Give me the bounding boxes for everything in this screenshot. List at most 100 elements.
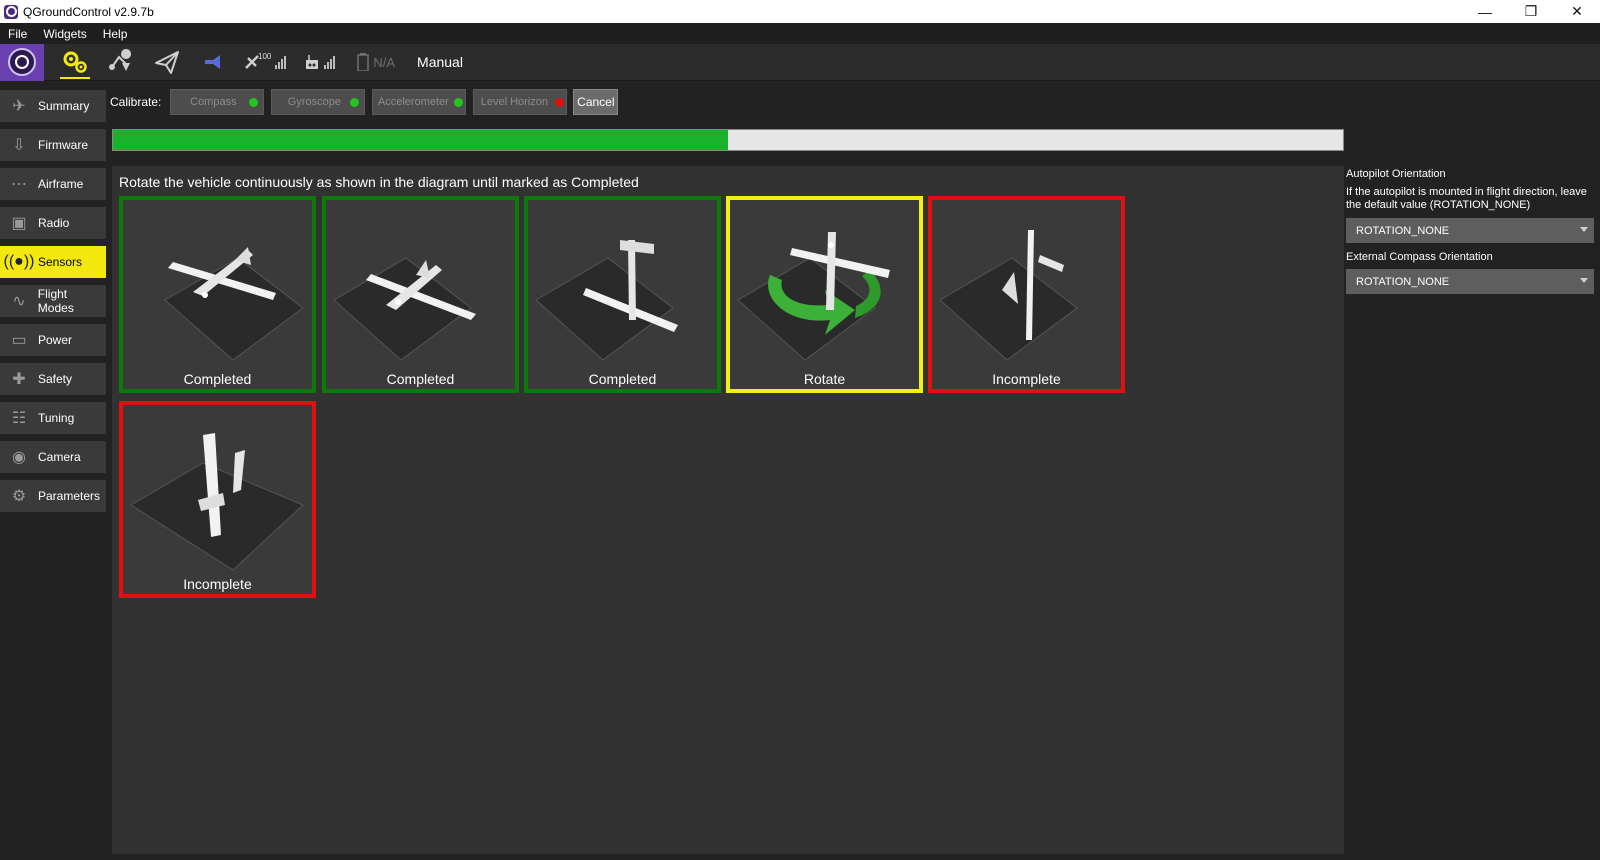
- plane-orientation-image: [333, 257, 476, 361]
- sidebar-item-parameters[interactable]: ⚙ Parameters: [0, 480, 106, 512]
- menu-help[interactable]: Help: [95, 27, 136, 41]
- external-compass-heading: External Compass Orientation: [1346, 251, 1493, 263]
- radio-icon: ▣: [11, 215, 27, 232]
- qgc-logo-button[interactable]: [0, 43, 44, 81]
- window-controls: — ❐ ✕: [1462, 0, 1600, 23]
- sidebar-item-label: Summary: [38, 99, 90, 113]
- plane-orientation-image: [939, 230, 1078, 361]
- megaphone-icon: [205, 55, 220, 69]
- main-toolbar: 100 N/A Manual: [0, 43, 1600, 81]
- plane-orientation-image: [535, 240, 678, 361]
- tile-status-label: Incomplete: [992, 371, 1061, 387]
- qgc-logo-icon: [8, 48, 36, 76]
- menu-widgets[interactable]: Widgets: [35, 27, 94, 41]
- fly-view-button[interactable]: [144, 44, 190, 81]
- sidebar-item-label: Flight Modes: [37, 287, 74, 315]
- compass-calibrate-button[interactable]: Compass: [170, 89, 265, 115]
- autopilot-orientation-description: If the autopilot is mounted in flight di…: [1346, 186, 1587, 211]
- window-title: QGroundControl v2.9.7b: [23, 4, 154, 19]
- plane-icon: ✈: [12, 98, 26, 115]
- sidebar-item-label: Camera: [38, 450, 81, 464]
- battery-icon: ▭: [11, 332, 27, 349]
- external-compass-orientation-value: ROTATION_NONE: [1356, 275, 1450, 288]
- plane-orientation-image: [737, 232, 890, 361]
- sensors-icon: ((●)): [3, 253, 35, 270]
- chevron-down-icon: [1580, 278, 1588, 283]
- accelerometer-calibrate-button[interactable]: Accelerometer: [372, 89, 467, 115]
- orientation-tile-3: Completed: [524, 196, 721, 393]
- sidebar-item-label: Power: [38, 333, 73, 347]
- sidebar-item-power[interactable]: ▭ Power: [0, 324, 106, 356]
- plane-orientation-image: [164, 247, 304, 361]
- autopilot-orientation-value: ROTATION_NONE: [1356, 224, 1450, 237]
- external-compass-orientation-select[interactable]: ROTATION_NONE: [1346, 269, 1594, 294]
- sidebar-item-camera[interactable]: ◉ Camera: [0, 441, 106, 473]
- close-button[interactable]: ✕: [1554, 0, 1600, 23]
- title-bar: QGroundControl v2.9.7b — ❐ ✕: [0, 0, 1600, 23]
- paper-plane-icon: [155, 51, 179, 74]
- cancel-button[interactable]: Cancel: [573, 89, 619, 115]
- setup-view-button[interactable]: [52, 44, 98, 81]
- calibrate-row: Calibrate: Compass Gyroscope Acceleromet…: [110, 89, 619, 115]
- accelerometer-label: Accelerometer: [377, 96, 449, 108]
- plan-view-button[interactable]: [98, 44, 144, 81]
- sidebar-item-label: Radio: [38, 216, 70, 230]
- gears-icon: ⚙: [11, 488, 27, 505]
- orientation-tile-2: Completed: [322, 196, 519, 393]
- gyroscope-label: Gyroscope: [287, 96, 341, 108]
- level-horizon-calibrate-button[interactable]: Level Horizon: [473, 89, 568, 115]
- orientation-settings-panel: Autopilot Orientation If the autopilot i…: [1346, 164, 1600, 294]
- gps-status[interactable]: 100: [244, 51, 287, 70]
- sliders-icon: ☷: [11, 410, 27, 427]
- sidebar-item-label: Sensors: [38, 255, 83, 269]
- battery-value: N/A: [373, 54, 396, 70]
- sidebar-item-label: Tuning: [38, 411, 75, 425]
- safety-icon: ✚: [12, 371, 26, 388]
- calibration-instruction: Rotate the vehicle continuously as shown…: [119, 174, 639, 190]
- accelerometer-status-dot: [454, 98, 464, 107]
- sidebar-item-airframe[interactable]: ⋯ Airframe: [0, 168, 106, 200]
- sidebar-item-label: Airframe: [38, 177, 84, 191]
- level-horizon-status-dot: [555, 98, 565, 107]
- messages-button[interactable]: [190, 44, 236, 81]
- chevron-down-icon: [1580, 227, 1588, 232]
- sidebar-item-summary[interactable]: ✈ Summary: [0, 90, 106, 122]
- battery-icon: [357, 53, 370, 71]
- airframe-icon: ⋯: [11, 176, 27, 193]
- tile-status-label: Completed: [183, 371, 252, 387]
- flight-mode-label[interactable]: Manual: [417, 54, 463, 70]
- gps-count: 100: [258, 51, 272, 61]
- sidebar-item-firmware[interactable]: ⇩ Firmware: [0, 129, 106, 161]
- orientation-tile-4-active: Rotate: [726, 196, 923, 393]
- battery-status[interactable]: N/A: [357, 53, 395, 71]
- setup-sidebar: ✈ Summary ⇩ Firmware ⋯ Airframe ▣ Radio …: [0, 82, 106, 860]
- download-icon: ⇩: [12, 137, 26, 154]
- sidebar-item-safety[interactable]: ✚ Safety: [0, 363, 106, 395]
- rc-signal-bars: [324, 55, 336, 69]
- calibrate-label: Calibrate:: [110, 95, 162, 109]
- sidebar-item-label: Firmware: [38, 138, 88, 152]
- gears-icon: [63, 51, 87, 73]
- sidebar-item-label: Parameters: [38, 489, 101, 503]
- gyroscope-calibrate-button[interactable]: Gyroscope: [271, 89, 366, 115]
- waypoint-icon: [109, 49, 132, 71]
- app-icon: [4, 4, 18, 19]
- menu-file[interactable]: File: [0, 27, 35, 41]
- rc-icon: [306, 55, 319, 69]
- minimize-button[interactable]: —: [1462, 0, 1508, 23]
- autopilot-orientation-heading: Autopilot Orientation: [1346, 168, 1446, 180]
- wave-icon: ∿: [12, 293, 26, 310]
- calibration-progress-bar: [112, 129, 1344, 151]
- autopilot-orientation-select[interactable]: ROTATION_NONE: [1346, 218, 1594, 243]
- rc-status[interactable]: [304, 54, 336, 70]
- sidebar-item-label: Safety: [38, 372, 73, 386]
- sidebar-item-sensors[interactable]: ((●)) Sensors: [0, 246, 106, 278]
- sidebar-item-radio[interactable]: ▣ Radio: [0, 207, 106, 239]
- tile-status-label: Completed: [386, 371, 455, 387]
- orientation-tile-5: Incomplete: [928, 196, 1125, 393]
- restore-button[interactable]: ❐: [1508, 0, 1554, 23]
- sidebar-item-tuning[interactable]: ☷ Tuning: [0, 402, 106, 434]
- tile-status-label: Incomplete: [183, 576, 252, 592]
- sidebar-item-flight-modes[interactable]: ∿ Flight Modes: [0, 285, 106, 317]
- orientation-tile-6: Incomplete: [119, 401, 316, 598]
